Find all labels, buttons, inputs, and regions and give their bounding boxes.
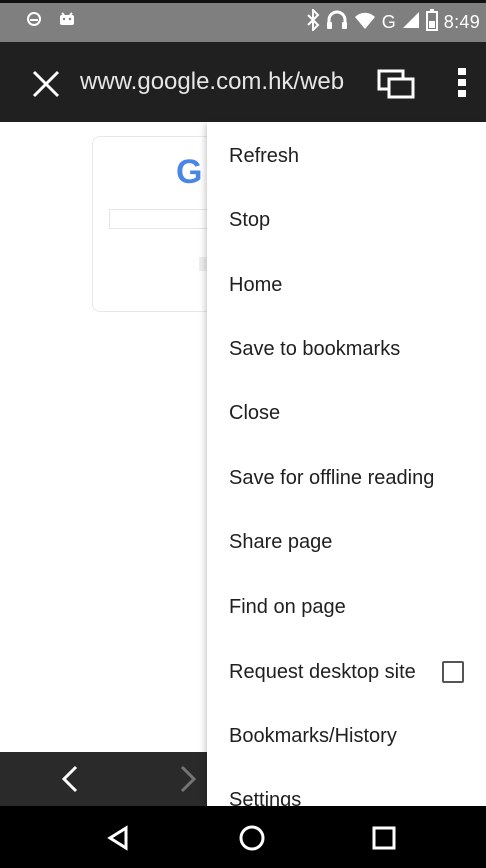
menu-item-label: Home [229,273,283,296]
menu-item-label: Request desktop site [229,660,416,683]
network-type-label: G [381,12,396,32]
system-recents-button[interactable] [370,824,398,852]
menu-item-refresh[interactable]: Refresh [207,124,486,188]
circle-home-icon [239,825,265,851]
back-button[interactable] [60,764,80,799]
triangle-back-icon [107,825,128,851]
system-home-button[interactable] [238,824,266,852]
status-bar: G 8:49 [0,0,486,42]
menu-item-label: Stop [229,208,271,231]
headphones-icon [326,10,348,35]
tabs-icon [377,69,415,99]
menu-item-label: Share page [229,530,333,553]
menu-item-label: Settings [229,788,302,807]
menu-item-save-to-bookmarks[interactable]: Save to bookmarks [207,317,486,381]
menu-item-label: Close [229,401,281,424]
url-bar[interactable]: www.google.com.hk/web [80,68,344,96]
chevron-left-icon [61,765,78,793]
menu-item-label: Refresh [229,144,300,167]
google-logo: G [176,153,203,191]
system-nav-bar [0,806,486,868]
menu-item-label: Save to bookmarks [229,337,401,360]
menu-item-bookmarks-history[interactable]: Bookmarks/History [207,704,486,768]
menu-item-stop[interactable]: Stop [207,188,486,252]
square-recents-icon [372,826,396,850]
menu-item-request-desktop-site[interactable]: Request desktop site [207,640,486,704]
menu-item-find-on-page[interactable]: Find on page [207,575,486,639]
status-time: 8:49 [443,12,480,32]
more-vert-icon [458,68,466,97]
menu-item-label: Bookmarks/History [229,724,397,747]
close-icon [32,70,60,98]
browser-toolbar: www.google.com.hk/web [0,42,486,122]
browser-bottom-nav [0,752,208,806]
bluetooth-icon [306,7,320,36]
menu-item-share-page[interactable]: Share page [207,510,486,574]
android-icon [58,11,76,32]
menu-item-label: Save for offline reading [229,466,435,489]
forward-button[interactable] [178,764,198,799]
overflow-menu: Refresh Stop Home Save to bookmarks Clos… [207,122,486,806]
menu-item-home[interactable]: Home [207,253,486,317]
menu-item-settings[interactable]: Settings [207,768,486,807]
menu-item-close[interactable]: Close [207,381,486,445]
menu-item-label: Find on page [229,595,346,618]
chevron-right-icon [180,765,197,793]
tabs-button[interactable] [376,66,420,102]
sim-icon [26,11,42,32]
overflow-menu-button[interactable] [455,66,469,100]
menu-item-save-offline[interactable]: Save for offline reading [207,446,486,510]
signal-icon [402,11,420,34]
desktop-site-checkbox[interactable] [442,661,464,683]
wifi-icon [354,11,376,34]
close-tab-button[interactable] [30,68,62,100]
battery-icon [425,9,438,36]
system-back-button[interactable] [104,824,132,852]
